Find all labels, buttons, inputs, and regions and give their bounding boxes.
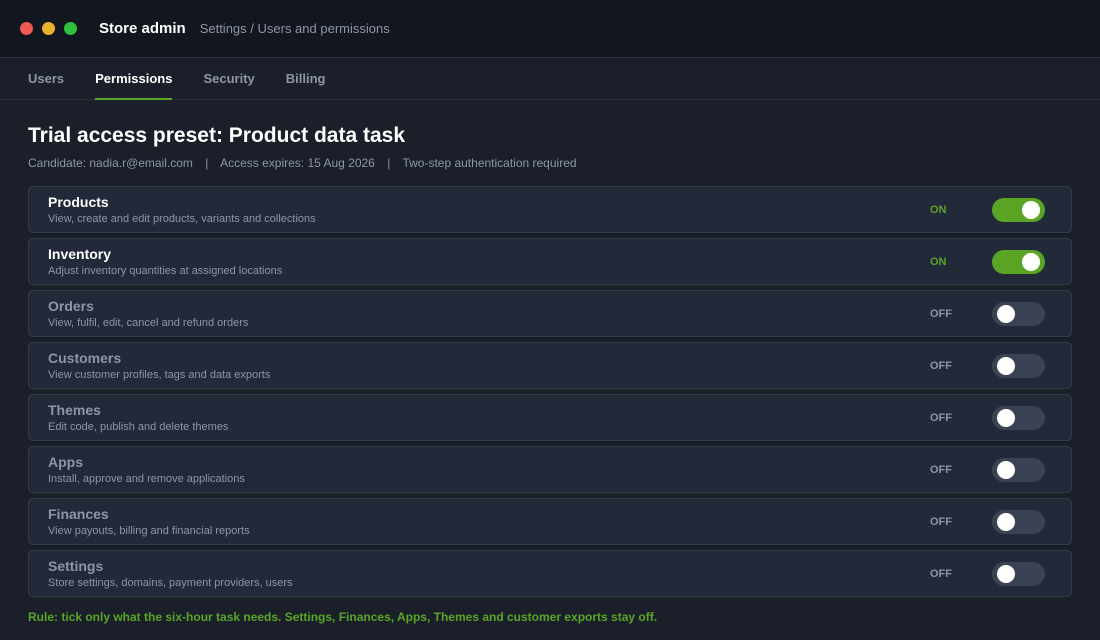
orders-toggle[interactable] xyxy=(992,302,1045,326)
tab-bar: Users Permissions Security Billing xyxy=(0,58,1100,100)
title-bar: Store admin Settings / Users and permiss… xyxy=(0,0,1100,58)
toggle-knob xyxy=(997,461,1015,479)
breadcrumb: Settings / Users and permissions xyxy=(199,21,390,36)
page-title: Trial access preset: Product data task xyxy=(28,124,406,147)
permission-row-products: Products View, create and edit products,… xyxy=(28,186,1072,233)
permission-description: View payouts, billing and financial repo… xyxy=(48,525,250,537)
permission-row-themes: Themes Edit code, publish and delete the… xyxy=(28,394,1072,441)
products-toggle[interactable] xyxy=(992,198,1045,222)
permission-state: OFF xyxy=(930,411,952,424)
permission-description: View customer profiles, tags and data ex… xyxy=(48,369,271,381)
tab-billing[interactable]: Billing xyxy=(286,58,326,99)
permission-state: OFF xyxy=(930,567,952,580)
toggle-knob xyxy=(997,409,1015,427)
toggle-knob xyxy=(997,513,1015,531)
permission-name: Finances xyxy=(48,506,109,522)
settings-toggle[interactable] xyxy=(992,562,1045,586)
meta-separator: | xyxy=(205,156,209,170)
tab-security[interactable]: Security xyxy=(203,58,254,99)
permission-row-settings: Settings Store settings, domains, paymen… xyxy=(28,550,1072,597)
access-expiry: Access expires: 15 Aug 2026 xyxy=(220,156,375,170)
permission-state: OFF xyxy=(930,359,952,372)
permission-name: Products xyxy=(48,194,109,210)
permission-state: ON xyxy=(930,255,947,268)
meta-separator: | xyxy=(387,156,391,170)
tab-users[interactable]: Users xyxy=(28,58,64,99)
toggle-knob xyxy=(997,565,1015,583)
permission-description: Edit code, publish and delete themes xyxy=(48,421,229,433)
apps-toggle[interactable] xyxy=(992,458,1045,482)
close-window-button[interactable] xyxy=(20,22,33,35)
permission-name: Themes xyxy=(48,402,101,418)
permission-row-orders: Orders View, fulfil, edit, cancel and re… xyxy=(28,290,1072,337)
permission-state: ON xyxy=(930,203,947,216)
permission-state: OFF xyxy=(930,515,952,528)
permission-name: Customers xyxy=(48,350,122,366)
minimize-window-button[interactable] xyxy=(42,22,55,35)
candidate-email: Candidate: nadia.r@email.com xyxy=(28,156,193,170)
toggle-knob xyxy=(1022,253,1040,271)
permission-rule-note: Rule: tick only what the six-hour task n… xyxy=(28,610,658,624)
permission-name: Settings xyxy=(48,558,104,574)
permission-description: Install, approve and remove applications xyxy=(48,473,245,485)
maximize-window-button[interactable] xyxy=(64,22,77,35)
inventory-toggle[interactable] xyxy=(992,250,1045,274)
access-meta: Candidate: nadia.r@email.com | Access ex… xyxy=(28,156,1072,170)
auth-requirement: Two-step authentication required xyxy=(402,156,577,170)
permission-name: Orders xyxy=(48,298,94,314)
permission-name: Apps xyxy=(48,454,83,470)
customers-toggle[interactable] xyxy=(992,354,1045,378)
permission-row-inventory: Inventory Adjust inventory quantities at… xyxy=(28,238,1072,285)
permission-row-finances: Finances View payouts, billing and finan… xyxy=(28,498,1072,545)
permission-state: OFF xyxy=(930,463,952,476)
main-content: Trial access preset: Product data task C… xyxy=(0,100,1100,624)
permission-description: View, create and edit products, variants… xyxy=(48,213,316,225)
finances-toggle[interactable] xyxy=(992,510,1045,534)
permission-name: Inventory xyxy=(48,246,112,262)
window-controls xyxy=(20,22,77,35)
themes-toggle[interactable] xyxy=(992,406,1045,430)
toggle-knob xyxy=(997,357,1015,375)
permission-description: Store settings, domains, payment provide… xyxy=(48,577,293,589)
permission-state: OFF xyxy=(930,307,952,320)
permission-row-apps: Apps Install, approve and remove applica… xyxy=(28,446,1072,493)
toggle-knob xyxy=(997,305,1015,323)
permission-description: View, fulfil, edit, cancel and refund or… xyxy=(48,317,249,329)
tab-permissions[interactable]: Permissions xyxy=(95,58,173,100)
toggle-knob xyxy=(1022,201,1040,219)
permission-row-customers: Customers View customer profiles, tags a… xyxy=(28,342,1072,389)
permission-description: Adjust inventory quantities at assigned … xyxy=(48,265,283,277)
permission-list: Products View, create and edit products,… xyxy=(28,186,1072,597)
app-title: Store admin xyxy=(99,20,186,37)
